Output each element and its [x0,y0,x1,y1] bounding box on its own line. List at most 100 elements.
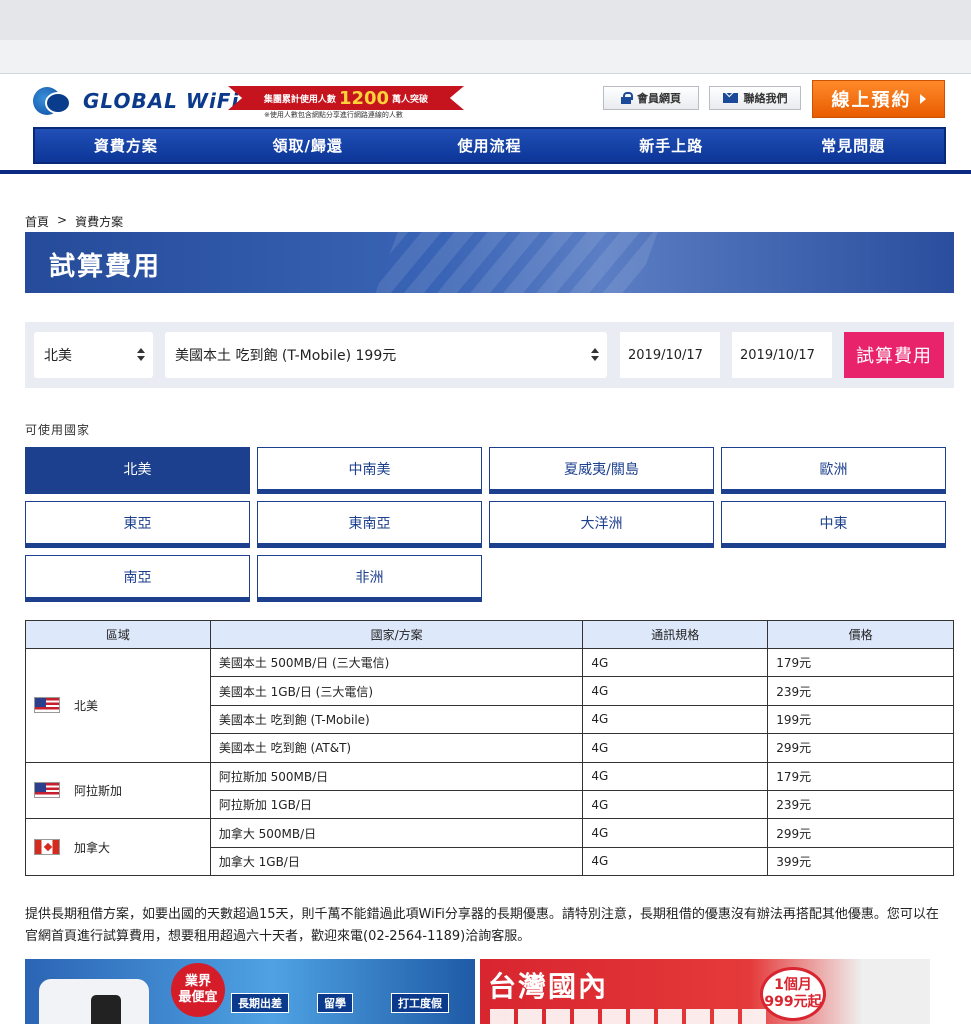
price-cell: 239元 [767,676,954,706]
spec-cell: 4G [582,704,769,735]
plan-cell: 美國本土 吃到飽 (T-Mobile) [209,704,584,735]
price-cell: 299元 [767,733,954,763]
price-table: 區域 國家/方案 通訊規格 價格 北美 美國本土 500MB/日 (三大電信) … [25,620,954,877]
logo-text: GLOBAL WiFi [83,89,240,113]
spec-cell: 4G [582,647,769,678]
header-price: 價格 [767,620,954,649]
tab-africa[interactable]: 非洲 [257,555,482,602]
member-page-button[interactable]: 會員網頁 [603,86,699,110]
long-term-promo-banner[interactable]: 業界 最便宜 長期出差 留學 打工度假 [25,959,475,1024]
table-row: 北美 美國本土 500MB/日 (三大電信) 4G 179元 [25,647,954,763]
tab-south-asia[interactable]: 南亞 [25,555,250,602]
online-reserve-button[interactable]: 線上預約 [812,80,945,118]
us-flag-icon [34,782,60,799]
plan-cell: 美國本土 吃到飽 (AT&T) [209,733,584,763]
monthly-price-badge: 1個月 999元起 [760,967,826,1021]
badge-line-1: 1個月 [774,977,812,993]
main-nav: 資費方案 領取/歸還 使用流程 新手上路 常見問題 [33,127,946,164]
plan-cell: 美國本土 1GB/日 (三大電信) [209,676,584,706]
online-reserve-label: 線上預約 [831,90,912,111]
browser-top-bar [0,0,971,40]
contact-us-button[interactable]: 聯絡我們 [709,86,801,110]
long-term-rental-note: 提供長期租借方案，如要出國的天數超過15天，則千萬不能錯過此項WiFi分享器的長… [25,907,939,944]
table-row: 阿拉斯加 阿拉斯加 500MB/日 4G 179元 [25,761,954,820]
globe-wifi-icon [33,87,71,115]
end-date-input[interactable]: 2019/10/17 [732,332,832,378]
tab-southeast-asia[interactable]: 東南亞 [257,501,482,548]
header-region: 區域 [25,620,211,649]
spec-cell: 4G [582,789,769,820]
start-date-input[interactable]: 2019/10/17 [620,332,720,378]
price-cell: 239元 [767,789,954,820]
calculator-keys-image [364,232,666,293]
region-select-value: 北美 [44,348,72,364]
nav-item-pickup-return[interactable]: 領取/歸還 [217,129,399,162]
price-cell: 399元 [767,846,954,877]
calculate-button[interactable]: 試算費用 [844,332,944,378]
nav-item-usage-flow[interactable]: 使用流程 [399,129,581,162]
header-plan: 國家/方案 [209,620,584,649]
taiwan-domestic-promo-banner[interactable]: 台灣國內 1個月 999元起 [480,959,930,1024]
badge-line-2: 999元起 [764,994,822,1010]
tab-oceania[interactable]: 大洋洲 [489,501,714,548]
site-logo[interactable]: GLOBAL WiFi [33,86,239,116]
spec-cell: 4G [582,733,769,763]
region-cell: 阿拉斯加 [25,761,211,820]
region-name: 阿拉斯加 [74,783,123,798]
spec-cell: 4G [582,761,769,791]
promo-tag: 長期出差 [231,993,289,1013]
header-spec: 通訊規格 [582,620,769,649]
plan-cell: 加拿大 1GB/日 [209,846,584,877]
spec-cell: 4G [582,846,769,877]
region-cell: 加拿大 [25,818,211,877]
banner-note: ※使用人數包含網點分享進行網路連線的人數 [264,111,403,119]
region-name: 北美 [74,698,99,713]
select-arrows-icon [137,348,145,362]
nav-item-faq[interactable]: 常見問題 [762,129,944,162]
promo-tag: 留學 [317,993,353,1013]
region-name: 加拿大 [74,840,111,855]
lock-icon [621,92,633,104]
promo-title: 台灣國內 [488,970,609,1003]
cheapest-badge: 業界 最便宜 [171,963,225,1017]
region-select[interactable]: 北美 [34,332,153,378]
promo-tag: 打工度假 [391,993,449,1013]
nav-item-beginner[interactable]: 新手上路 [580,129,762,162]
plan-select[interactable]: 美國本土 吃到飽 (T-Mobile) 199元 [165,332,607,378]
us-flag-icon [34,697,60,714]
tab-north-america[interactable]: 北美 [25,447,250,494]
tab-europe[interactable]: 歐洲 [721,447,946,494]
price-cell: 299元 [767,818,954,848]
plan-cell: 加拿大 500MB/日 [209,818,584,848]
badge-line-2: 最便宜 [178,990,218,1005]
users-banner: 集團累計使用人數 1200 萬人突破 ※使用人數包含網點分享進行網路連線的人數 [228,86,464,119]
nav-item-plans[interactable]: 資費方案 [35,129,217,162]
spec-cell: 4G [582,676,769,706]
browser-second-bar [0,40,971,74]
tab-latin-america[interactable]: 中南美 [257,447,482,494]
plan-cell: 阿拉斯加 500MB/日 [209,761,584,791]
breadcrumb-home[interactable]: 首頁 [25,213,49,230]
plan-cell: 阿拉斯加 1GB/日 [209,789,584,820]
region-cell: 北美 [25,648,211,763]
plan-cell: 美國本土 500MB/日 (三大電信) [209,647,584,678]
available-countries-label: 可使用國家 [25,423,91,437]
wifi-router-image [39,979,149,1024]
breadcrumb: 首頁 > 資費方案 [25,213,123,230]
contact-us-label: 聯絡我們 [743,92,788,105]
canada-flag-icon [34,839,60,856]
breadcrumb-separator: > [57,213,68,227]
banner-suffix: 萬人突破 [392,94,429,105]
fee-calculator: 北美 美國本土 吃到飽 (T-Mobile) 199元 2019/10/17 2… [25,322,954,388]
page-title: 試算費用 [49,252,162,282]
page-hero: 試算費用 [25,232,954,293]
tab-east-asia[interactable]: 東亞 [25,501,250,548]
mail-icon [722,93,738,103]
banner-ribbon: 集團累計使用人數 1200 萬人突破 [228,86,464,110]
banner-prefix: 集團累計使用人數 [263,94,336,105]
tab-middle-east[interactable]: 中東 [721,501,946,548]
plan-select-value: 美國本土 吃到飽 (T-Mobile) 199元 [175,348,397,364]
table-row: 加拿大 加拿大 500MB/日 4G 299元 [25,818,954,877]
banner-number: 1200 [338,87,390,109]
tab-hawaii-guam[interactable]: 夏威夷/關島 [489,447,714,494]
